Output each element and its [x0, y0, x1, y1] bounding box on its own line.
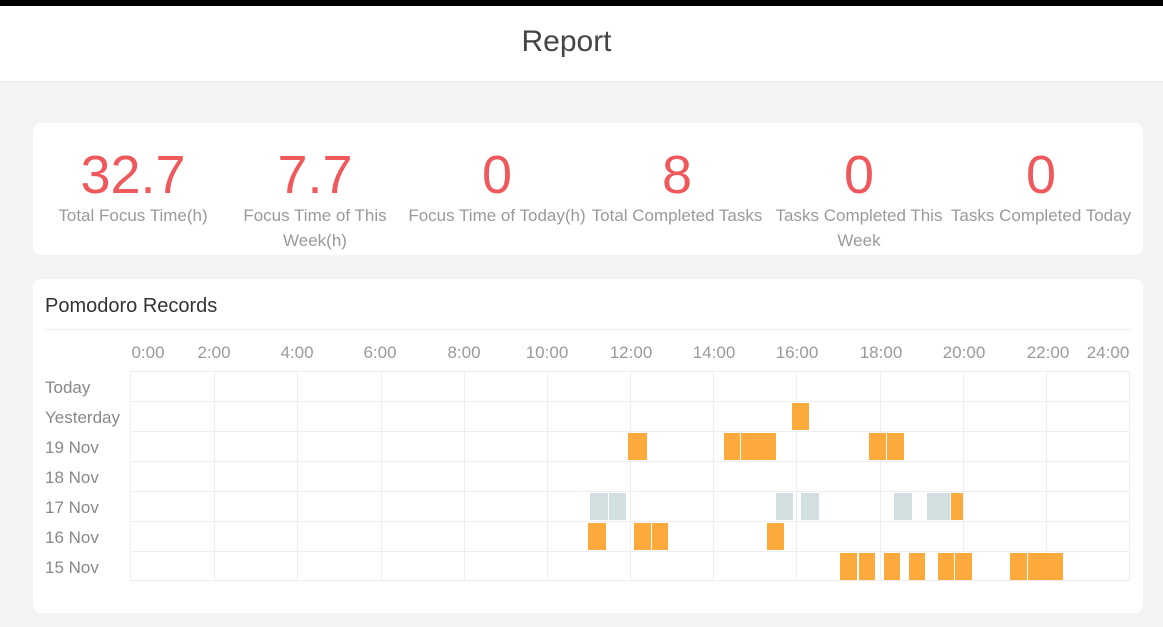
stat-label: Tasks Completed Today: [950, 206, 1132, 225]
pomodoro-session-completed[interactable]: [792, 403, 809, 430]
stat-value: 8: [661, 145, 693, 205]
pomodoro-session-completed[interactable]: [883, 553, 901, 580]
grid-hour-line: [297, 372, 298, 580]
pomodoro-session-interrupted[interactable]: [801, 493, 820, 520]
hour-label: 22:00: [1026, 343, 1070, 362]
pomodoro-session-completed[interactable]: [758, 433, 776, 460]
hour-label: 4:00: [280, 343, 314, 362]
hour-label: 10:00: [525, 343, 569, 362]
grid-row-line: [131, 401, 1129, 402]
day-label: 15 Nov: [45, 558, 99, 577]
pomodoro-session-completed[interactable]: [937, 553, 955, 580]
day-label: Today: [45, 378, 91, 397]
grid-hour-line: [713, 372, 714, 580]
stat-label: Focus Time of This Week(h): [243, 206, 387, 250]
hour-label: 20:00: [942, 343, 986, 362]
stat-value: 0: [481, 145, 513, 205]
pomodoro-session-completed[interactable]: [651, 523, 669, 550]
grid-hour-line: [630, 372, 631, 580]
grid-row-line: [131, 491, 1129, 492]
grid-row-line: [131, 431, 1129, 432]
pomodoro-records-card: Pomodoro Records 0:00 2:00 4:00 6:00 8:0…: [33, 279, 1143, 613]
pomodoro-session-completed[interactable]: [723, 433, 741, 460]
pomodoro-timeline-grid: [130, 371, 1130, 581]
hour-label: 14:00: [692, 343, 736, 362]
pomodoro-session-completed[interactable]: [588, 523, 606, 550]
pomodoro-session-completed[interactable]: [869, 433, 886, 460]
grid-hour-line: [963, 372, 964, 580]
hour-label: 2:00: [197, 343, 231, 362]
stats-summary-card: 32.7 Total Focus Time(h) 7.7 Focus Time …: [33, 123, 1143, 255]
hour-label: 18:00: [859, 343, 903, 362]
records-title: Pomodoro Records: [45, 295, 218, 317]
stat-label: Focus Time of Today(h): [408, 206, 586, 225]
day-label: 17 Nov: [45, 498, 99, 517]
grid-row-line: [131, 551, 1129, 552]
stat-label: Total Completed Tasks: [591, 206, 763, 225]
page-header: Report: [0, 6, 1163, 82]
pomodoro-session-completed[interactable]: [858, 553, 876, 580]
hour-label: 8:00: [447, 343, 481, 362]
stat-value: 32.7: [80, 145, 186, 205]
pomodoro-session-completed[interactable]: [1027, 553, 1045, 580]
grid-hour-line: [464, 372, 465, 580]
pomodoro-session-completed[interactable]: [1010, 553, 1028, 580]
day-label: 18 Nov: [45, 468, 99, 487]
pomodoro-session-completed[interactable]: [741, 433, 758, 460]
hour-label: 16:00: [775, 343, 819, 362]
stat-value: 7.7: [277, 145, 353, 205]
pomodoro-session-interrupted[interactable]: [590, 493, 608, 520]
stat-value: 0: [843, 145, 875, 205]
pomodoro-session-completed[interactable]: [627, 433, 647, 460]
stat-label: Tasks Completed This Week: [775, 206, 943, 250]
stat-label: Total Focus Time(h): [58, 206, 208, 225]
grid-hour-line: [214, 372, 215, 580]
grid-hour-line: [880, 372, 881, 580]
pomodoro-session-interrupted[interactable]: [608, 493, 626, 520]
pomodoro-session-completed[interactable]: [839, 553, 857, 580]
pomodoro-session-interrupted[interactable]: [894, 493, 912, 520]
pomodoro-session-interrupted[interactable]: [776, 493, 793, 520]
hour-label: 6:00: [363, 343, 397, 362]
stat-value: 0: [1025, 145, 1057, 205]
page-title: Report: [521, 25, 612, 58]
pomodoro-session-completed[interactable]: [951, 493, 963, 520]
pomodoro-session-completed[interactable]: [1045, 553, 1064, 580]
records-divider: [45, 329, 1131, 330]
hour-label: 0:00: [131, 343, 165, 362]
grid-hour-line: [547, 372, 548, 580]
pomodoro-session-completed[interactable]: [908, 553, 926, 580]
hour-label: 24:00: [1086, 343, 1130, 362]
grid-hour-line: [1046, 372, 1047, 580]
pomodoro-session-completed[interactable]: [955, 553, 972, 580]
day-label: 19 Nov: [45, 438, 99, 457]
grid-hour-line: [381, 372, 382, 580]
grid-row-line: [131, 521, 1129, 522]
grid-row-line: [131, 461, 1129, 462]
day-label: Yesterday: [45, 408, 120, 427]
pomodoro-session-interrupted[interactable]: [927, 493, 951, 520]
pomodoro-session-completed[interactable]: [634, 523, 651, 550]
hour-label: 12:00: [609, 343, 653, 362]
pomodoro-session-completed[interactable]: [767, 523, 784, 550]
pomodoro-session-completed[interactable]: [886, 433, 904, 460]
day-label: 16 Nov: [45, 528, 99, 547]
